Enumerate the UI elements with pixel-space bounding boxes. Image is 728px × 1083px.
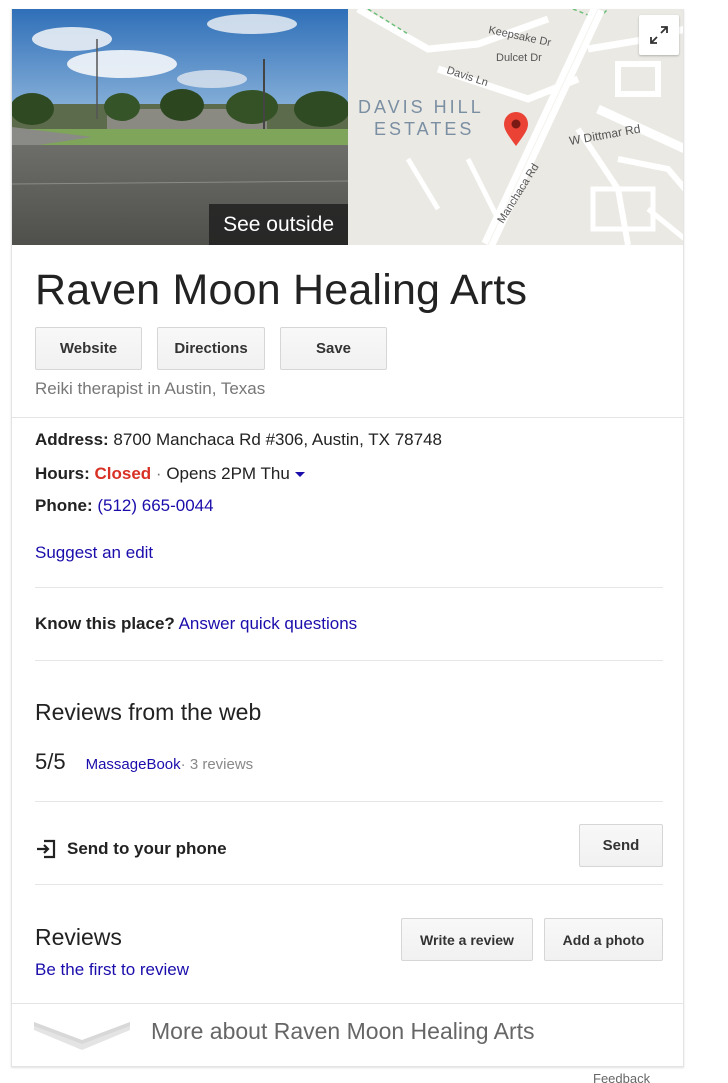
hours-row: Hours: Closed · Opens 2PM Thu <box>35 464 305 484</box>
divider <box>12 417 683 418</box>
divider <box>35 884 663 885</box>
more-about-button[interactable]: More about Raven Moon Healing Arts <box>12 1004 683 1066</box>
feedback-link[interactable]: Feedback <box>593 1071 650 1083</box>
send-to-device-icon <box>37 839 56 859</box>
business-name: Raven Moon Healing Arts <box>35 266 528 314</box>
hours-separator: · <box>151 464 167 483</box>
save-button[interactable]: Save <box>280 327 387 370</box>
review-source-link[interactable]: MassageBook <box>86 756 181 773</box>
phone-label: Phone: <box>35 496 93 515</box>
suggest-edit-link[interactable]: Suggest an edit <box>35 543 153 563</box>
send-button[interactable]: Send <box>579 824 663 867</box>
directions-button[interactable]: Directions <box>157 327 265 370</box>
expand-icon <box>650 26 668 44</box>
web-reviews-heading: Reviews from the web <box>35 699 262 725</box>
know-place-label: Know this place? <box>35 614 175 633</box>
phone-row: Phone: (512) 665-0044 <box>35 496 214 516</box>
hours-status: Closed <box>94 464 152 483</box>
answer-questions-link[interactable]: Answer quick questions <box>179 614 358 633</box>
address-value: 8700 Manchaca Rd #306, Austin, TX 78748 <box>108 430 442 449</box>
location-map[interactable]: Keepsake Dr Dulcet Dr Davis Ln DAVIS HIL… <box>348 9 683 245</box>
business-category: Reiki therapist in Austin, Texas <box>35 379 266 398</box>
rating-score: 5/5 <box>35 749 66 774</box>
first-review-link[interactable]: Be the first to review <box>35 960 189 980</box>
knowledge-panel: See outside Keepsake Dr Dulcet Dr Davis … <box>11 9 684 1067</box>
more-about-label: More about Raven Moon Healing Arts <box>151 1018 535 1044</box>
map-label-estates-1: DAVIS HILL <box>358 97 484 117</box>
map-label-dulcet: Dulcet Dr <box>496 52 542 64</box>
phone-link[interactable]: (512) 665-0044 <box>97 496 213 515</box>
hours-dropdown-icon[interactable] <box>294 472 305 478</box>
address-label: Address: <box>35 430 109 449</box>
action-buttons: Website Directions Save <box>35 327 387 370</box>
web-review-rating: 5/5 MassageBook · 3 reviews <box>35 749 253 775</box>
hours-label: Hours: <box>35 464 90 483</box>
map-label-estates-2: ESTATES <box>374 119 474 139</box>
divider <box>35 587 663 588</box>
see-outside-button[interactable]: See outside <box>209 204 348 245</box>
hours-next[interactable]: Opens 2PM Thu <box>166 464 289 483</box>
website-button[interactable]: Website <box>35 327 142 370</box>
map-canvas: Keepsake Dr Dulcet Dr Davis Ln DAVIS HIL… <box>348 9 683 245</box>
chevron-down-icon <box>34 1022 130 1050</box>
review-count: · 3 reviews <box>180 756 254 773</box>
divider <box>35 801 663 802</box>
divider <box>35 660 663 661</box>
send-to-phone-label: Send to your phone <box>67 839 227 858</box>
map-expand-button[interactable] <box>639 15 679 55</box>
address-row: Address: 8700 Manchaca Rd #306, Austin, … <box>35 430 442 450</box>
add-photo-button[interactable]: Add a photo <box>544 918 663 961</box>
hero-images: See outside Keepsake Dr Dulcet Dr Davis … <box>12 9 683 245</box>
know-place-row: Know this place? Answer quick questions <box>35 614 357 634</box>
street-view-photo[interactable]: See outside <box>12 9 348 245</box>
reviews-heading: Reviews <box>35 924 122 950</box>
send-to-phone-row: Send to your phone <box>35 839 227 859</box>
write-review-button[interactable]: Write a review <box>401 918 533 961</box>
